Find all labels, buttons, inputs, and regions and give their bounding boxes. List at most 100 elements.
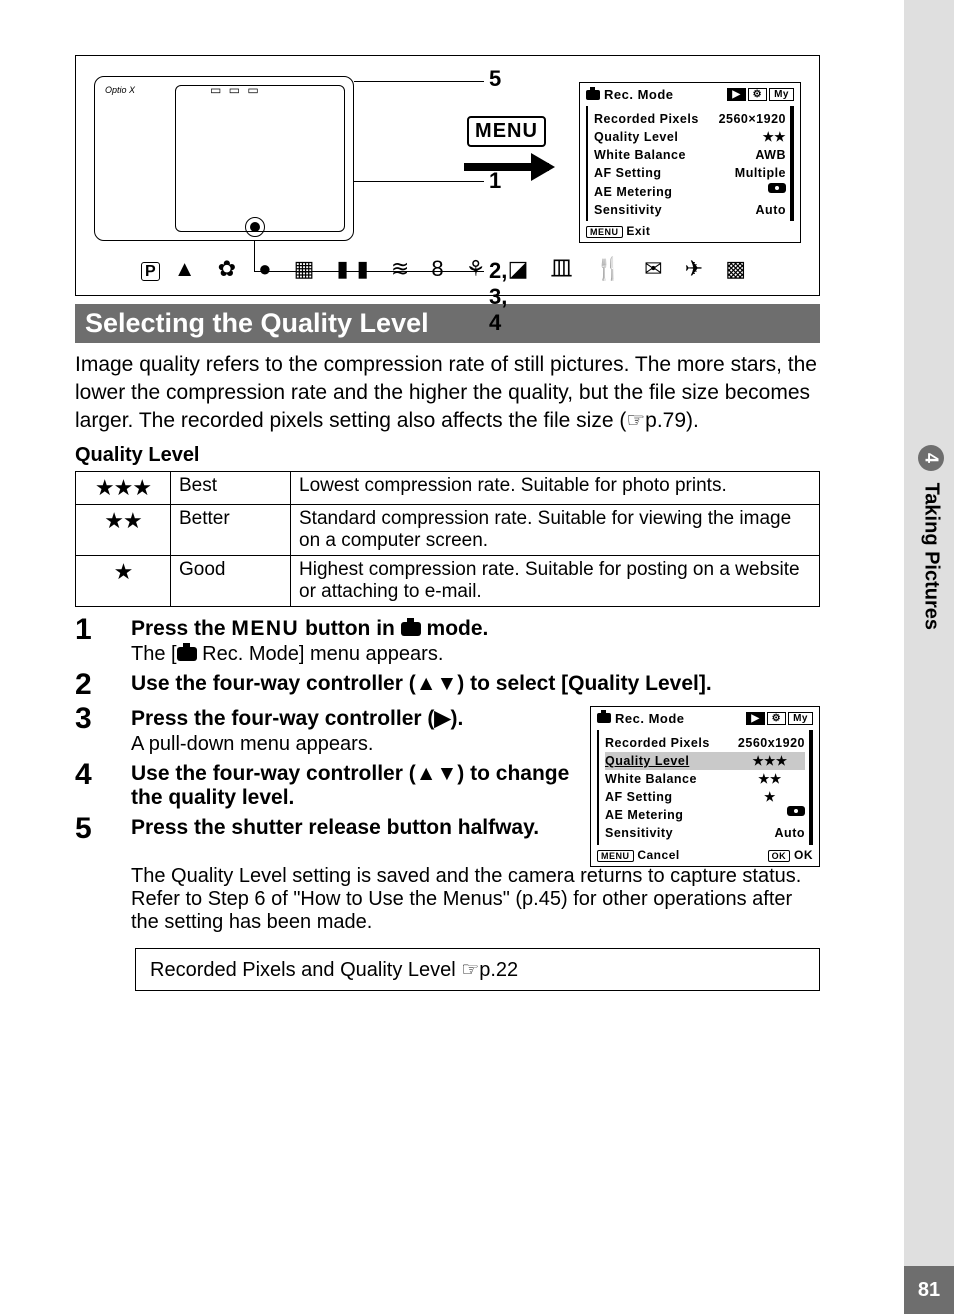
menu-item: White Balance [594,146,686,164]
menu-key-icon: MENU [586,226,623,238]
section-heading: Selecting the Quality Level [75,304,820,343]
step-number: 1 [75,615,111,666]
illustration-box: Optio X ▭ ▭ ▭ 5 1 2, 3, 4 MENU [75,55,820,296]
lens-icon [245,217,265,237]
menu-value: ★ [735,788,805,806]
menu-value: Auto [756,201,786,219]
step-3: 3 Press the four-way controller (▶). A p… [75,706,574,756]
page-number: 81 [904,1266,954,1314]
camera-illustration: Optio X ▭ ▭ ▭ 5 1 2, 3, 4 [94,76,354,241]
table-row: ★GoodHighest compression rate. Suitable … [76,555,820,606]
chapter-title: Taking Pictures [921,483,943,630]
camera-icon [586,90,600,100]
manual-page: 4 Taking Pictures 81 Optio X ▭ ▭ ▭ 5 1 [0,0,954,1314]
tab-settings-icon: ⚙ [748,88,767,101]
arrow-right-icon [464,163,549,171]
menu-value: Auto [775,824,805,842]
metering-icon [768,183,786,193]
quality-desc: Standard compression rate. Suitable for … [291,504,820,555]
step-number: 5 [75,814,111,844]
menu-value: 2560×1920 [719,110,786,128]
menu-value: 2560x1920 [738,734,805,752]
callout-234: 2, 3, 4 [489,258,507,336]
menu-screen-2: Rec. Mode ▶ ⚙ My Recorded Pixels 2560x192… [590,706,820,867]
sidebar-chapter-tab: 4 Taking Pictures [918,445,944,630]
step-subtext: The [ Rec. Mode] menu appears. [131,643,820,666]
intro-text-content: Image quality refers to the compression … [75,353,817,433]
tab-play-icon: ▶ [727,88,745,101]
stars-icon: ★★★ [76,471,171,504]
footer-ok: OK [794,848,813,862]
menu-item-selected: Quality Level [605,752,689,770]
menu-value: ★★ [735,770,805,788]
table-row: ★★BetterStandard compression rate. Suita… [76,504,820,555]
program-mode-icon: P [141,262,160,281]
quality-name: Better [171,504,291,555]
menu-value: ★★ [763,128,786,146]
chapter-number-icon: 4 [918,445,944,471]
menu-item: Sensitivity [605,824,673,842]
ok-key-icon: OK [768,850,791,862]
menu-text: MENU [231,617,299,640]
step-subtext: A pull-down menu appears. [131,733,574,756]
step-number: 2 [75,670,111,700]
step-heading: Press the MENU button in mode. [131,617,820,641]
stars-icon: ★ [76,555,171,606]
tab-settings-icon: ⚙ [767,712,786,725]
quality-desc: Highest compression rate. Suitable for p… [291,555,820,606]
tab-play-icon: ▶ [746,712,764,725]
menu-item: Recorded Pixels [594,110,699,128]
camera-icon [401,622,421,636]
menu-arrow-group: MENU [464,116,549,171]
step-2: 2 Use the four-way controller (▲▼) to se… [75,672,820,700]
quality-level-table: ★★★BestLowest compression rate. Suitable… [75,471,820,607]
tab-my: My [788,712,813,725]
footer-cancel: Cancel [637,848,679,862]
step-subtext: The Quality Level setting is saved and t… [131,865,820,934]
step-4: 4 Use the four-way controller (▲▼) to ch… [75,762,574,810]
menu-value: AWB [755,146,786,164]
menu-item: AF Setting [594,164,662,182]
step-heading: Press the four-way controller (▶). [131,706,574,731]
quality-desc: Lowest compression rate. Suitable for ph… [291,471,820,504]
camera-model: Optio X [105,85,135,95]
menu-key-icon: MENU [597,850,634,862]
menu-value: Multiple [735,164,786,182]
footer-exit: Exit [626,224,650,238]
menu-item: White Balance [605,770,697,788]
steps-list: 1 Press the MENU button in mode. The [ R… [75,617,820,934]
menu-item: AF Setting [605,788,673,806]
menu-button-icon: MENU [467,116,546,147]
step-5-body: 5 The Quality Level setting is saved and… [75,863,820,934]
camera-icon [177,647,197,661]
menu-item: Recorded Pixels [605,734,710,752]
menu-value: ★★★ [735,752,805,770]
stars-icon: ★★ [76,504,171,555]
tab-my: My [769,88,794,101]
mode-icons-row: P ▲ ✿ ● ▦ ▮▮ ≋ 8 ⚘ ◪ 皿 🍴 ✉ ✈ ▩ [94,251,801,283]
menu-item: Quality Level [594,128,678,146]
menu-title: Rec. Mode [615,711,685,726]
callout-1: 1 [489,168,501,194]
sidebar-grey: 4 Taking Pictures 81 [904,0,954,1314]
step-heading: Use the four-way controller (▲▼) to sele… [131,672,820,696]
table-row: ★★★BestLowest compression rate. Suitable… [76,471,820,504]
intro-text: Image quality refers to the compression … [75,351,820,436]
menu-item: AE Metering [594,183,672,201]
metering-icon [787,806,805,816]
camera-icon [597,713,611,723]
step-5: 5 Press the shutter release button halfw… [75,816,574,844]
menu-item: AE Metering [605,806,683,824]
callout-5: 5 [489,66,501,92]
step-number: 3 [75,704,111,756]
table-title: Quality Level [75,444,820,467]
quality-name: Good [171,555,291,606]
step-number: 4 [75,760,111,810]
menu-screen-1: Rec. Mode ▶ ⚙ My Recorded Pixels 2560×192… [579,82,801,243]
menu-item: Sensitivity [594,201,662,219]
step-heading: Use the four-way controller (▲▼) to chan… [131,762,574,810]
menu-title: Rec. Mode [604,87,674,102]
step-heading: Press the shutter release button halfway… [131,816,574,840]
quality-name: Best [171,471,291,504]
reference-box: Recorded Pixels and Quality Level ☞p.22 [135,948,820,991]
